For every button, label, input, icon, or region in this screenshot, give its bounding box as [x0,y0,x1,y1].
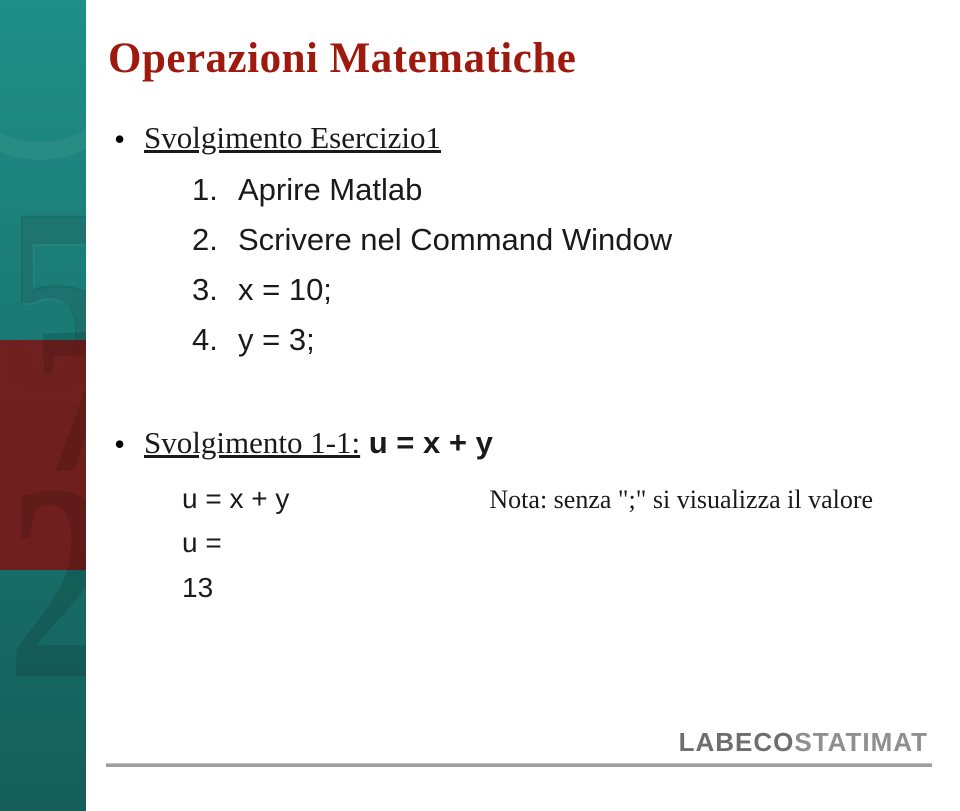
logo-part-1: LABECO [679,727,795,757]
footer-logo: LABECOSTATIMAT [675,727,932,758]
bullet-label-1: Svolgimento Esercizio1 [144,120,441,155]
list-item: 1.Aprire Matlab [192,166,930,214]
decorative-circle [0,0,86,160]
bullet-svolgimento-esercizio1: Svolgimento Esercizio1 [108,119,930,158]
bullet-label-2-prefix: Svolgimento 1-1: [144,425,360,460]
numbered-list: 1.Aprire Matlab 2.Scrivere nel Command W… [108,166,930,364]
slide-footer: LABECOSTATIMAT [0,723,960,811]
list-text: Scrivere nel Command Window [238,222,672,257]
list-item: 4.y = 3; [192,316,930,364]
list-ordinal: 4. [192,316,238,364]
list-item: 2.Scrivere nel Command Window [192,216,930,264]
result-note: Nota: senza ";" si visualizza il valore [489,485,873,514]
slide: 5 7 2 Operazioni Matematiche Svolgimento… [0,0,960,811]
list-text: x = 10; [238,272,332,307]
list-ordinal: 2. [192,216,238,264]
decorative-number-2: 2 [8,420,87,743]
section-svolgimento-1-1: Svolgimento 1-1: u = x + y u = x + y Nota… [108,424,930,611]
result-line-1: u = x + y Nota: senza ";" si visualizza i… [182,477,930,522]
list-text: Aprire Matlab [238,172,422,207]
result-expression: u = x + y [182,483,289,514]
list-text: y = 3; [238,322,315,357]
logo-part-2: STATIMAT [794,727,928,757]
slide-title: Operazioni Matematiche [108,34,930,83]
list-ordinal: 3. [192,266,238,314]
result-line-2: u = [182,521,930,566]
result-block: u = x + y Nota: senza ";" si visualizza i… [108,477,930,611]
left-decorative-band: 5 7 2 [0,0,86,811]
result-line-3: 13 [182,566,930,611]
bullet-label-2-expr: u = x + y [360,425,493,460]
list-ordinal: 1. [192,166,238,214]
footer-rule [106,763,932,767]
list-item: 3.x = 10; [192,266,930,314]
bullet-svolgimento-1-1: Svolgimento 1-1: u = x + y [108,424,930,463]
content-area: Operazioni Matematiche Svolgimento Eserc… [86,0,960,811]
